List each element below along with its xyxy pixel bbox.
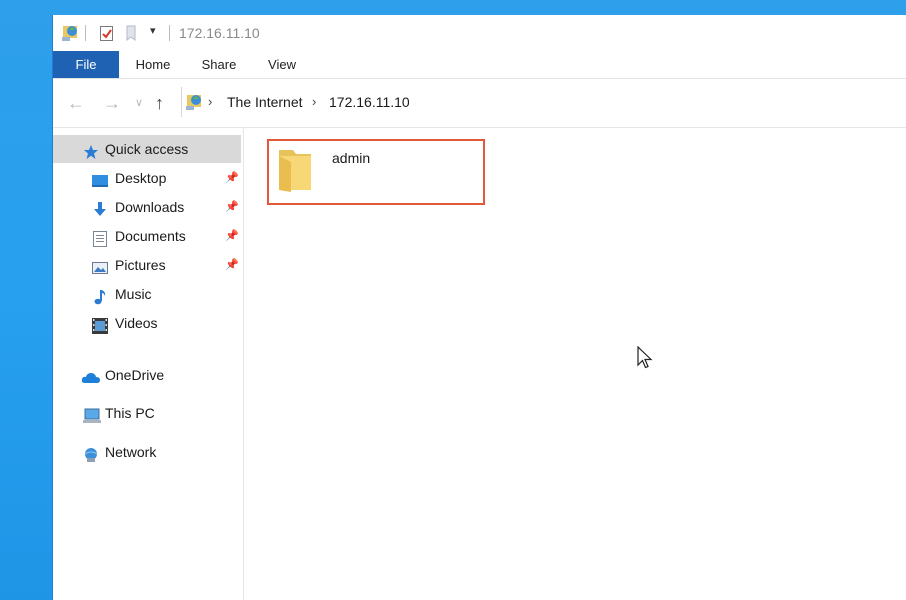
breadcrumb-current-location[interactable]: 172.16.11.10	[329, 94, 410, 110]
pin-icon[interactable]: 📌	[225, 193, 239, 221]
sidebar-item-this-pc[interactable]: This PC	[53, 399, 241, 427]
sidebar-item-pictures[interactable]: Pictures 📌	[53, 251, 241, 279]
this-pc-icon	[83, 405, 101, 423]
sidebar-item-label: OneDrive	[105, 367, 165, 383]
sidebar-item-label: Pictures	[115, 257, 166, 273]
breadcrumb-chevron-icon[interactable]: ›	[312, 94, 316, 109]
file-explorer-window: ▾ 172.16.11.10 File Home Share View ← → …	[52, 15, 906, 600]
desktop-icon	[92, 170, 108, 187]
folder-item-admin[interactable]: admin	[267, 139, 485, 205]
sidebar-item-network[interactable]: Network	[53, 438, 241, 466]
up-arrow-icon[interactable]: ↑	[155, 93, 164, 114]
tab-view[interactable]: View	[263, 51, 301, 78]
sidebar-item-desktop[interactable]: Desktop 📌	[53, 164, 241, 192]
breadcrumb-chevron-icon[interactable]: ›	[208, 94, 212, 109]
sidebar-item-quick-access[interactable]: Quick access	[53, 135, 241, 163]
ribbon-tabs: File Home Share View	[53, 51, 906, 79]
tab-home[interactable]: Home	[131, 51, 175, 78]
folder-icon	[277, 146, 313, 195]
new-folder-icon[interactable]	[125, 25, 139, 45]
breadcrumb-the-internet[interactable]: The Internet	[227, 94, 303, 110]
title-bar: ▾ 172.16.11.10	[53, 15, 906, 51]
sidebar-item-downloads[interactable]: Downloads 📌	[53, 193, 241, 221]
title-separator-2	[169, 25, 170, 41]
sidebar-item-label: Music	[115, 286, 152, 302]
recent-locations-chevron-icon[interactable]: ∨	[135, 96, 143, 109]
sidebar-item-label: This PC	[105, 405, 155, 421]
properties-icon[interactable]	[99, 25, 115, 45]
address-row: ← → ∨ ↑ › The Internet › 172.16.11.10	[53, 79, 906, 128]
star-icon	[83, 141, 99, 159]
customize-quick-access-icon[interactable]: ▾	[150, 24, 156, 37]
address-bar[interactable]: › The Internet › 172.16.11.10	[181, 87, 906, 117]
pin-icon[interactable]: 📌	[225, 251, 239, 279]
sidebar-item-music[interactable]: Music	[53, 280, 241, 308]
downloads-icon	[92, 199, 108, 216]
sidebar-item-videos[interactable]: Videos	[53, 309, 241, 337]
content-pane: admin	[244, 128, 906, 600]
title-separator	[85, 25, 86, 41]
music-icon	[93, 286, 109, 305]
mouse-cursor-icon	[637, 345, 653, 373]
navigation-pane: Quick access Desktop 📌 Downloads 📌 Docum…	[53, 128, 244, 600]
sidebar-item-documents[interactable]: Documents 📌	[53, 222, 241, 250]
sidebar-item-label: Downloads	[115, 199, 185, 215]
videos-icon	[92, 315, 108, 334]
network-location-icon	[184, 92, 204, 115]
pin-icon[interactable]: 📌	[225, 164, 239, 192]
network-location-icon	[60, 23, 80, 46]
back-arrow-icon[interactable]: ←	[67, 93, 85, 114]
folder-name: admin	[332, 150, 371, 166]
tab-share[interactable]: Share	[197, 51, 241, 78]
sidebar-item-onedrive[interactable]: OneDrive	[53, 361, 241, 389]
window-title: 172.16.11.10	[179, 25, 260, 41]
forward-arrow-icon[interactable]: →	[103, 93, 121, 114]
tab-file[interactable]: File	[53, 51, 119, 78]
network-icon	[82, 444, 98, 462]
onedrive-cloud-icon	[81, 367, 100, 383]
sidebar-item-label: Network	[105, 444, 157, 460]
documents-icon	[93, 228, 109, 247]
sidebar-item-label: Desktop	[115, 170, 167, 186]
sidebar-item-label: Documents	[115, 228, 186, 244]
pictures-icon	[92, 257, 108, 274]
sidebar-item-label: Quick access	[105, 141, 189, 157]
pin-icon[interactable]: 📌	[225, 222, 239, 250]
sidebar-item-label: Videos	[115, 315, 158, 331]
